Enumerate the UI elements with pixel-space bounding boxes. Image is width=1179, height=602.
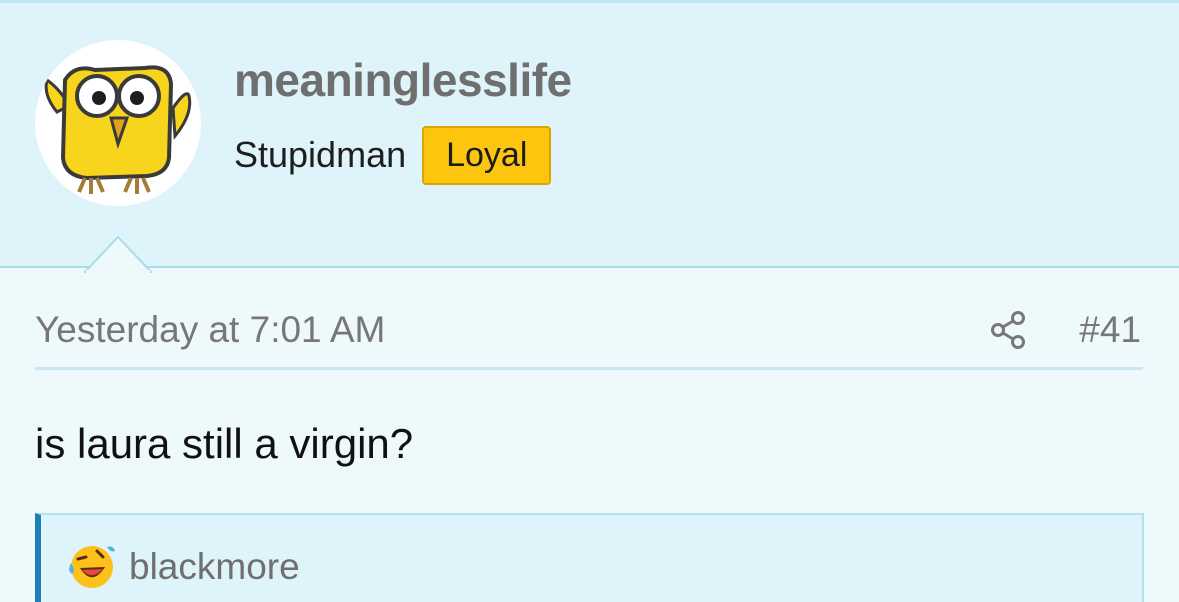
post-timestamp[interactable]: Yesterday at 7:01 AM (35, 309, 385, 351)
share-icon[interactable] (989, 310, 1027, 350)
post-number-link[interactable]: #41 (1079, 309, 1141, 351)
laughing-emoji-icon (69, 546, 115, 588)
reaction-username[interactable]: blackmore (129, 546, 300, 588)
user-badge: Loyal (422, 125, 552, 185)
post-meta: Yesterday at 7:01 AM #41 (35, 302, 1143, 370)
user-title-row: Stupidman Loyal (234, 123, 552, 187)
post-container: meaninglesslife Stupidman Loyal Yesterda… (0, 0, 1179, 602)
reaction-box: blackmore (35, 513, 1144, 602)
post-body-text: is laura still a virgin? (35, 420, 414, 467)
user-title: Stupidman (234, 134, 407, 175)
user-header: meaninglesslife Stupidman Loyal (0, 0, 1179, 273)
owl-avatar-icon[interactable] (35, 40, 201, 206)
username[interactable]: meaninglesslife (234, 53, 572, 107)
avatar-pointer-notch (84, 236, 152, 273)
